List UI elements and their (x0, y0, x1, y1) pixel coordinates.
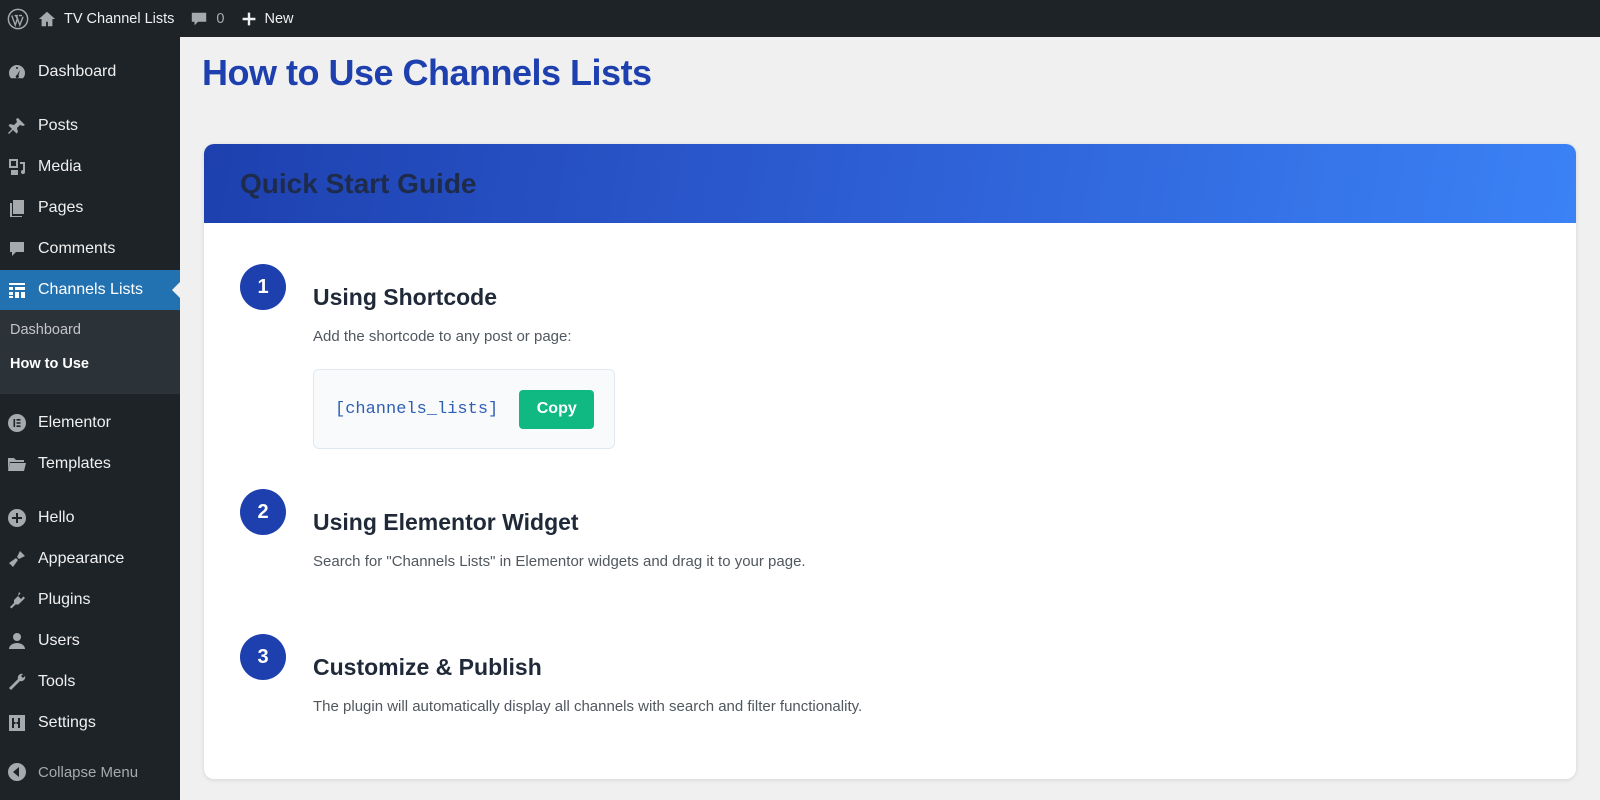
menu-item-hello[interactable]: Hello (0, 498, 180, 538)
site-name-link[interactable]: TV Channel Lists (30, 0, 182, 37)
comments-link[interactable]: 0 (182, 0, 232, 37)
menu-label: Comments (38, 240, 116, 257)
wrench-icon (6, 671, 28, 693)
plugin-icon (6, 589, 28, 611)
admin-bar: TV Channel Lists 0 New (0, 0, 1600, 37)
step-title: Using Elementor Widget (313, 509, 579, 535)
pin-icon (6, 115, 28, 137)
menu-item-tools[interactable]: Tools (0, 662, 180, 702)
comments-count: 0 (216, 10, 225, 27)
submenu-item-dashboard[interactable]: Dashboard (10, 322, 81, 338)
elementor-icon (6, 412, 28, 434)
menu-label: Pages (38, 199, 84, 216)
plus-circle-icon (6, 507, 28, 529)
menu-label: Plugins (38, 591, 91, 608)
site-name: TV Channel Lists (64, 10, 175, 27)
submenu-item-how-to-use[interactable]: How to Use (10, 356, 89, 372)
step-title: Customize & Publish (313, 654, 542, 680)
menu-label: Channels Lists (38, 281, 143, 298)
user-icon (6, 630, 28, 652)
card-header: Quick Start Guide (204, 144, 1576, 223)
menu-item-templates[interactable]: Templates (0, 444, 180, 484)
menu-label: Tools (38, 673, 76, 690)
wordpress-logo-icon[interactable] (0, 0, 30, 37)
menu-label: Users (38, 632, 80, 649)
menu-label: Templates (38, 455, 111, 472)
menu-item-settings[interactable]: Settings (0, 703, 180, 743)
copy-button[interactable]: Copy (519, 389, 595, 429)
new-content-link[interactable]: New (233, 0, 302, 37)
step-description: Search for "Channels Lists" in Elementor… (313, 553, 806, 570)
brush-icon (6, 548, 28, 570)
menu-item-users[interactable]: Users (0, 621, 180, 661)
comment-bubble-icon (192, 12, 207, 25)
menu-item-comments[interactable]: Comments (0, 229, 180, 269)
plus-icon (242, 12, 255, 25)
collapse-label: Collapse Menu (38, 763, 139, 781)
menu-label: Elementor (38, 414, 111, 431)
menu-item-appearance[interactable]: Appearance (0, 539, 180, 579)
channels-lists-submenu: Dashboard How to Use (0, 310, 180, 394)
menu-item-posts[interactable]: Posts (0, 106, 180, 146)
quick-start-card: Quick Start Guide 1 Using Shortcode Add … (204, 144, 1576, 779)
menu-label: Dashboard (38, 63, 117, 80)
menu-label: Posts (38, 117, 79, 134)
page-title: How to Use Channels Lists (202, 52, 652, 93)
menu-item-elementor[interactable]: Elementor (0, 403, 180, 443)
list-icon (6, 279, 28, 301)
step-description: The plugin will automatically display al… (313, 698, 863, 715)
home-icon (38, 11, 56, 26)
admin-sidebar: Dashboard Posts Media Pages Comments Cha… (0, 37, 180, 800)
card-title: Quick Start Guide (240, 167, 477, 199)
collapse-arrow-icon (6, 761, 28, 783)
shortcode-box: [channels_lists] Copy (313, 369, 615, 449)
step-number: 1 (240, 264, 286, 310)
media-icon (6, 156, 28, 178)
step-title: Using Shortcode (313, 284, 498, 310)
menu-label: Media (38, 158, 82, 175)
collapse-menu-button[interactable]: Collapse Menu (0, 752, 180, 792)
menu-item-plugins[interactable]: Plugins (0, 580, 180, 620)
step-number: 3 (240, 634, 286, 680)
menu-item-channels-lists[interactable]: Channels Lists (0, 270, 180, 310)
menu-item-pages[interactable]: Pages (0, 188, 180, 228)
menu-label: Hello (38, 509, 75, 526)
new-label: New (264, 10, 294, 27)
step-description: Add the shortcode to any post or page: (313, 328, 572, 345)
settings-icon (6, 712, 28, 734)
shortcode-text[interactable]: [channels_lists] (335, 400, 498, 419)
menu-label: Appearance (38, 550, 125, 567)
dashboard-icon (6, 61, 28, 83)
menu-item-media[interactable]: Media (0, 147, 180, 187)
folder-icon (6, 453, 28, 475)
menu-label: Settings (38, 714, 96, 731)
pages-icon (6, 197, 28, 219)
comment-icon (6, 238, 28, 260)
menu-item-dashboard[interactable]: Dashboard (0, 52, 180, 92)
step-number: 2 (240, 489, 286, 535)
